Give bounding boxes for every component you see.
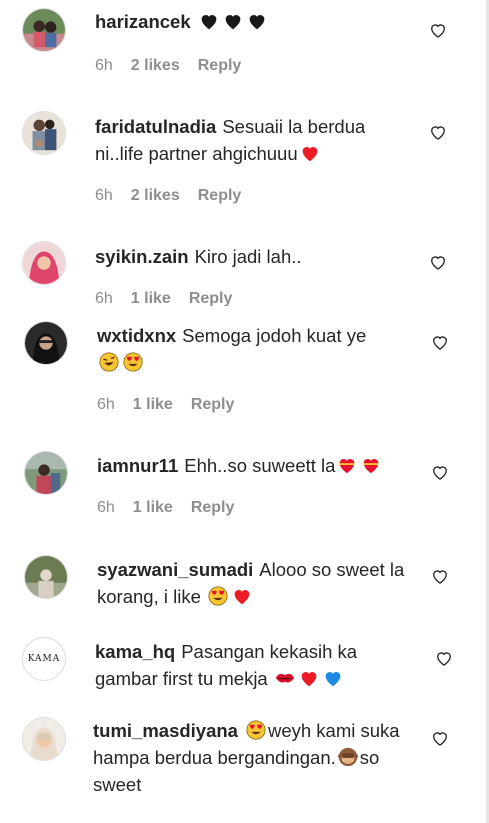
comment-username[interactable]: harizancek (95, 11, 191, 32)
comment-username[interactable]: syikin.zain (95, 246, 189, 267)
likes-count[interactable]: 1 like (133, 396, 173, 414)
rofl-emoji (98, 351, 120, 373)
like-heart-icon[interactable] (428, 20, 448, 40)
like-heart-icon[interactable] (434, 648, 454, 668)
comment-text: tumi_masdiyana weyh kami suka hampa berdu… (93, 717, 413, 798)
likes-count[interactable]: 1 like (133, 499, 173, 517)
like-heart-icon[interactable] (430, 566, 450, 586)
avatar-logo[interactable]: KAMA (22, 637, 66, 681)
comment-username[interactable]: iamnur11 (97, 455, 178, 476)
comment-time: 6h (95, 57, 113, 74)
like-heart-icon[interactable] (430, 462, 450, 482)
reply-button[interactable]: Reply (191, 499, 235, 517)
heart-eyes-emoji (207, 585, 229, 607)
comment-username[interactable]: tumi_masdiyana (93, 720, 238, 741)
comment-text: wxtidxnx Semoga jodoh kuat ye (97, 322, 417, 376)
avatar[interactable] (24, 555, 68, 599)
heart-eyes-emoji (245, 719, 267, 741)
heart-eyes-emoji (122, 351, 144, 373)
avatar[interactable] (24, 451, 68, 495)
comment-text: harizancek (95, 8, 415, 35)
red-heart-emoji (298, 667, 320, 689)
comment-meta: 6h 1 like Reply (97, 499, 234, 517)
reply-button[interactable]: Reply (191, 396, 235, 414)
avatar[interactable] (22, 8, 66, 52)
black-heart-emoji (198, 10, 220, 32)
avatar[interactable] (22, 241, 66, 285)
avatar[interactable] (22, 111, 66, 155)
comment-time: 6h (97, 499, 115, 516)
comment-text: syazwani_sumadi Alooo so sweet la korang,… (97, 556, 417, 610)
reply-button[interactable]: Reply (189, 290, 233, 306)
avatar-logo-text: KAMA (27, 654, 61, 664)
avatar[interactable] (22, 717, 66, 761)
comment-text: syikin.zain Kiro jadi lah.. (95, 243, 415, 270)
comment-username[interactable]: wxtidxnx (97, 325, 176, 346)
heart-with-ribbon-emoji (336, 454, 358, 476)
comment-meta: 6h 2 likes Reply (95, 187, 241, 205)
kiss-mark-emoji (274, 667, 296, 689)
comment-username[interactable]: kama_hq (95, 641, 175, 662)
likes-count[interactable]: 1 like (131, 290, 171, 306)
black-heart-emoji (246, 10, 268, 32)
black-heart-emoji (222, 10, 244, 32)
comment-text: iamnur11 Ehh..so suweett la (97, 452, 417, 479)
comment-username[interactable]: syazwani_sumadi (97, 559, 253, 580)
comment-time: 6h (95, 290, 113, 306)
likes-count[interactable]: 2 likes (131, 187, 180, 205)
avatar[interactable] (24, 321, 68, 365)
like-heart-icon[interactable] (428, 252, 448, 272)
like-heart-icon[interactable] (428, 122, 448, 142)
comment-meta: 6h 1 like Reply (95, 290, 232, 306)
comment-username[interactable]: faridatulnadia (95, 116, 216, 137)
comment-text: kama_hq Pasangan kekasih ka gambar first … (95, 638, 415, 692)
comment-text: faridatulnadia Sesuaii la berdua ni..life… (95, 113, 415, 167)
comment-time: 6h (97, 396, 115, 413)
blue-heart-emoji (322, 667, 344, 689)
reply-button[interactable]: Reply (198, 57, 242, 75)
red-heart-emoji (299, 142, 321, 164)
like-heart-icon[interactable] (430, 332, 450, 352)
comment-meta: 6h 2 likes Reply (95, 57, 241, 75)
heart-with-ribbon-emoji (360, 454, 382, 476)
likes-count[interactable]: 2 likes (131, 57, 180, 75)
comment-body: Semoga jodoh kuat ye (182, 325, 367, 346)
comment-body: Ehh..so suweett la (184, 455, 336, 476)
comment-body: Kiro jadi lah.. (194, 246, 302, 267)
red-heart-emoji (231, 585, 253, 607)
comment-time: 6h (95, 187, 113, 204)
like-heart-icon[interactable] (430, 728, 450, 748)
see-no-evil-monkey-emoji (337, 746, 359, 768)
comment-meta: 6h 1 like Reply (97, 396, 234, 414)
reply-button[interactable]: Reply (198, 187, 242, 205)
